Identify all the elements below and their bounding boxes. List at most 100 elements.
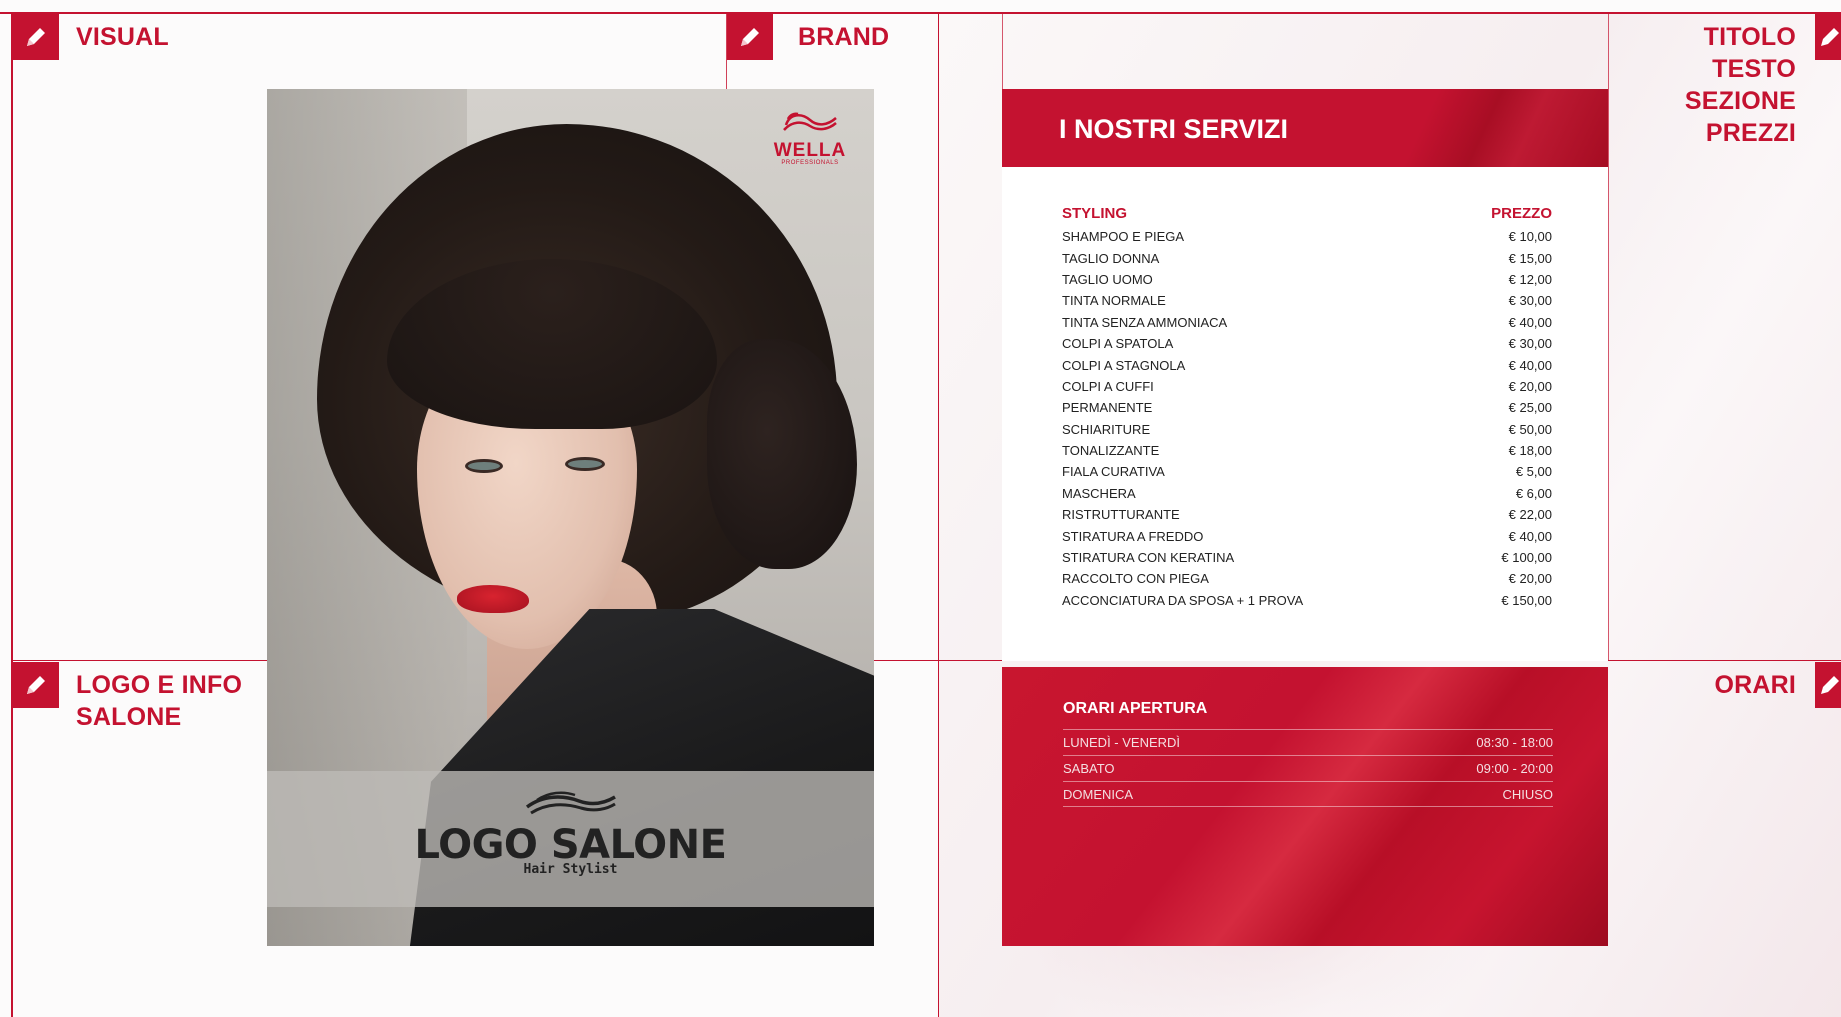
pencil-icon (27, 676, 45, 694)
price-row: TAGLIO DONNA € 15,00 (1062, 247, 1552, 268)
salon-name: LOGO SALONE (414, 822, 727, 868)
service-price: € 30,00 (1508, 293, 1552, 309)
price-row: RISTRUTTURANTE € 22,00 (1062, 504, 1552, 525)
services-title: I NOSTRI SERVIZI (1059, 114, 1289, 144)
pencil-icon (1821, 676, 1839, 694)
service-name: SCHIARITURE (1062, 421, 1151, 437)
hours-day: LUNEDÌ - VENERDÌ (1063, 735, 1181, 750)
salon-tagline: Hair Stylist (523, 862, 618, 877)
wella-wave-icon (783, 112, 837, 131)
label-titolo-line2: TESTO (1712, 55, 1796, 83)
edit-brand-button[interactable] (727, 14, 773, 60)
price-row: SCHIARITURE € 50,00 (1062, 419, 1552, 440)
price-table-header: STYLING PREZZO (1062, 200, 1552, 226)
wella-logo[interactable]: WELLA PROFESSIONALS (764, 111, 856, 166)
service-name: COLPI A STAGNOLA (1062, 357, 1186, 373)
service-name: RACCOLTO CON PIEGA (1062, 571, 1209, 587)
guide-left (11, 12, 13, 1017)
price-rows: SHAMPOO E PIEGA € 10,00 TAGLIO DONNA € 15,0… (1062, 226, 1552, 611)
label-titolo-line3: SEZIONE (1684, 87, 1796, 115)
edit-orari-button[interactable] (1815, 662, 1841, 708)
guide-center-vertical (938, 12, 939, 1017)
pencil-icon (741, 28, 759, 46)
price-row: COLPI A CUFFI € 20,00 (1062, 376, 1552, 397)
poster-lips (457, 585, 529, 613)
price-row: MASCHERA € 6,00 (1062, 483, 1552, 504)
service-price: € 100,00 (1501, 550, 1552, 566)
service-price: € 20,00 (1508, 571, 1552, 587)
price-table: STYLING PREZZO SHAMPOO E PIEGA € 10,00 TAG… (1062, 200, 1552, 611)
salon-logo[interactable]: LOGO SALONE Hair Stylist (267, 789, 874, 877)
service-name: COLPI A CUFFI (1062, 378, 1154, 394)
label-orari: ORARI (1714, 671, 1796, 699)
label-logo-info: LOGO E INFO SALONE (76, 669, 242, 733)
service-price: € 50,00 (1508, 421, 1552, 437)
label-logo-line1: LOGO E INFO (76, 671, 243, 699)
service-price: € 12,00 (1508, 271, 1552, 287)
service-price: € 40,00 (1508, 528, 1552, 544)
label-titolo: TITOLO TESTO SEZIONE PREZZI (1640, 21, 1796, 149)
services-header: I NOSTRI SERVIZI (1002, 89, 1608, 167)
visual-poster[interactable]: WELLA PROFESSIONALS LOGO SALONE Hair Sty… (267, 89, 874, 946)
hours-day: DOMENICA (1063, 786, 1134, 802)
service-price: € 18,00 (1508, 443, 1552, 459)
service-name: COLPI A SPATOLA (1062, 336, 1174, 352)
hours-day: SABATO (1063, 761, 1115, 776)
service-price: € 40,00 (1508, 314, 1552, 330)
price-row: TINTA SENZA AMMONIACA € 40,00 (1062, 312, 1552, 333)
price-row: COLPI A SPATOLA € 30,00 (1062, 333, 1552, 354)
label-logo-line2: SALONE (76, 703, 182, 731)
price-header-label: PREZZO (1491, 204, 1552, 222)
guide-card-right (1608, 12, 1609, 660)
hours-row: DOMENICA CHIUSO (1063, 781, 1553, 807)
price-row: PERMANENTE € 25,00 (1062, 397, 1552, 418)
poster-eye-left (465, 459, 503, 473)
guide-top (0, 12, 1841, 14)
salon-wave-icon (525, 791, 616, 815)
wella-brand-text: WELLA (773, 140, 847, 161)
price-row: COLPI A STAGNOLA € 40,00 (1062, 354, 1552, 375)
label-titolo-line4: PREZZI (1705, 119, 1796, 147)
service-price: € 150,00 (1501, 592, 1552, 608)
service-price: € 15,00 (1508, 250, 1552, 266)
price-row: STIRATURA A FREDDO € 40,00 (1062, 525, 1552, 546)
hours-card[interactable]: ORARI APERTURA LUNEDÌ - VENERDÌ 08:30 - 1… (1002, 667, 1608, 946)
service-name: SHAMPOO E PIEGA (1062, 229, 1185, 245)
service-price: € 40,00 (1508, 357, 1552, 373)
category-label: STYLING (1062, 204, 1128, 222)
service-price: € 10,00 (1508, 229, 1552, 245)
service-name: MASCHERA (1062, 485, 1136, 501)
service-name: RISTRUTTURANTE (1062, 507, 1180, 523)
service-name: TONALIZZANTE (1062, 443, 1160, 459)
label-brand: BRAND (798, 23, 890, 51)
edit-logo-button[interactable] (13, 662, 59, 708)
pencil-icon (1821, 28, 1839, 46)
service-name: TAGLIO DONNA (1062, 250, 1160, 266)
service-name: TINTA NORMALE (1062, 293, 1166, 309)
service-name: ACCONCIATURA DA SPOSA + 1 PROVA (1062, 592, 1304, 608)
pencil-icon (27, 28, 45, 46)
edit-visual-button[interactable] (13, 14, 59, 60)
label-titolo-line1: TITOLO (1703, 23, 1796, 51)
hours-row: SABATO 09:00 - 20:00 (1063, 755, 1553, 781)
price-row: STIRATURA CON KERATINA € 100,00 (1062, 547, 1552, 568)
hours-row: LUNEDÌ - VENERDÌ 08:30 - 18:00 (1063, 729, 1553, 755)
price-row: TAGLIO UOMO € 12,00 (1062, 269, 1552, 290)
editor-canvas: VISUAL BRAND TITOLO TESTO SEZIONE PREZZI… (0, 0, 1841, 1017)
label-visual: VISUAL (76, 23, 169, 51)
service-name: FIALA CURATIVA (1062, 464, 1165, 480)
service-name: STIRATURA CON KERATINA (1062, 550, 1235, 566)
edit-titolo-button[interactable] (1815, 14, 1841, 60)
service-price: € 5,00 (1515, 464, 1552, 480)
hours-time: 08:30 - 18:00 (1476, 735, 1553, 750)
price-row: RACCOLTO CON PIEGA € 20,00 (1062, 568, 1552, 589)
poster-eye-right (565, 457, 605, 471)
service-price: € 20,00 (1508, 378, 1552, 394)
price-row: TINTA NORMALE € 30,00 (1062, 290, 1552, 311)
service-name: PERMANENTE (1062, 400, 1153, 416)
services-card[interactable]: I NOSTRI SERVIZI STYLING PREZZO SHAMPOO … (1002, 89, 1608, 661)
hours-title: ORARI APERTURA (1063, 700, 1208, 717)
service-name: STIRATURA A FREDDO (1062, 528, 1204, 544)
service-name: TAGLIO UOMO (1062, 271, 1153, 287)
service-name: TINTA SENZA AMMONIACA (1062, 314, 1228, 330)
